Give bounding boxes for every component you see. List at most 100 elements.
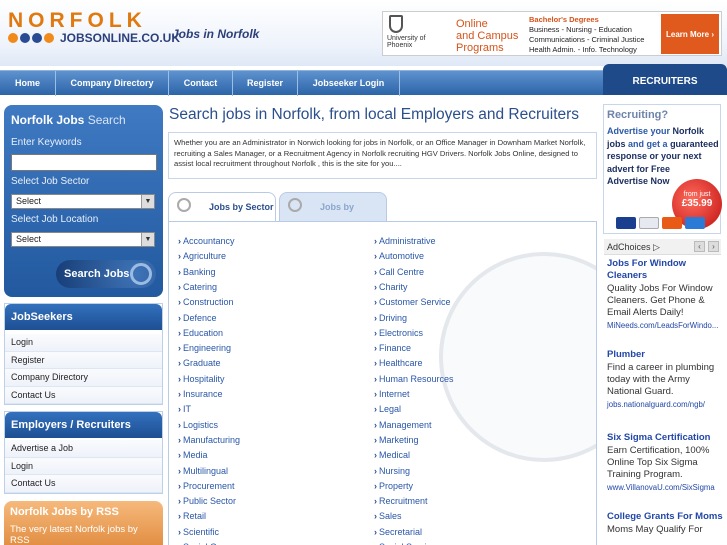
text-ad-desc: Moms May Qualify For <box>607 524 703 535</box>
ad-learn-more-button[interactable]: Learn More › <box>661 14 719 54</box>
sector-link[interactable]: › IT <box>178 404 191 414</box>
chevron-right-icon: › <box>374 450 377 461</box>
sector-link-label: Charity <box>379 281 408 292</box>
text-ad-title[interactable]: Six Sigma Certification <box>607 432 723 444</box>
jobseeker-contact-link[interactable]: Contact Us <box>5 386 162 404</box>
sector-link[interactable]: › Medical <box>374 450 410 460</box>
advertise-now-link[interactable]: Advertise Now <box>607 176 670 186</box>
text-ad-title[interactable]: Plumber <box>607 349 723 361</box>
ad-prev-icon[interactable]: ‹ <box>694 241 705 252</box>
nav-contact[interactable]: Contact <box>169 71 233 96</box>
chevron-right-icon: › <box>374 266 377 277</box>
text-ad-4[interactable]: College Grants For Moms Moms May Qualify… <box>607 511 723 536</box>
recruiters-tab[interactable]: RECRUITERS <box>603 64 727 95</box>
sector-link[interactable]: › Banking <box>178 267 216 277</box>
ad-next-icon[interactable]: › <box>708 241 719 252</box>
text-ad-title[interactable]: College Grants For Moms <box>607 511 723 523</box>
sector-link[interactable]: › Hospitality <box>178 374 225 384</box>
logo-dots <box>8 33 54 43</box>
magnifier-watermark-icon <box>439 252 596 462</box>
logo-wordmark[interactable]: NORFOLK <box>8 9 147 33</box>
sector-link[interactable]: › Logistics <box>178 420 218 430</box>
text-ad-url[interactable]: jobs.nationalguard.com/ngb/ <box>607 399 723 411</box>
adchoices-bar[interactable]: AdChoices ▷ ‹ › <box>604 239 721 255</box>
sector-link[interactable]: › Nursing <box>374 466 410 476</box>
search-jobs-button[interactable]: Search Jobs <box>56 260 156 288</box>
chevron-right-icon: › <box>178 496 181 507</box>
sector-link[interactable]: › Catering <box>178 282 217 292</box>
sector-link[interactable]: › Multilingual <box>178 466 228 476</box>
sector-link[interactable]: › Manufacturing <box>178 435 240 445</box>
sector-link[interactable]: › Marketing <box>374 435 419 445</box>
sector-link[interactable]: › Accountancy <box>178 236 235 246</box>
sector-link[interactable]: › Human Resources <box>374 374 454 384</box>
sector-link[interactable]: › Customer Service <box>374 297 451 307</box>
sector-link[interactable]: › Administrative <box>374 236 436 246</box>
text-ad-1[interactable]: Jobs For Window Cleaners Quality Jobs Fo… <box>607 258 723 332</box>
text-ad-url[interactable]: MiNeeds.com/LeadsForWindo... <box>607 320 723 332</box>
sector-link-label: Marketing <box>379 434 419 445</box>
sector-link[interactable]: › Recruitment <box>374 496 428 506</box>
employer-contact-link[interactable]: Contact Us <box>5 475 162 493</box>
text-ad-url[interactable]: www.VillanovaU.com/SixSigma <box>607 482 723 494</box>
sector-link-label: Accountancy <box>183 236 235 246</box>
sector-link[interactable]: › Engineering <box>178 343 231 353</box>
sector-link[interactable]: › Finance <box>374 343 411 353</box>
rss-title[interactable]: Norfolk Jobs by RSS <box>10 506 157 518</box>
recruiting-promo[interactable]: Recruiting? Advertise your Norfolk jobs … <box>603 104 722 234</box>
sector-link[interactable]: › Driving <box>374 313 407 323</box>
sector-link[interactable]: › Education <box>178 328 223 338</box>
tab-jobs-by-location[interactable]: Jobs by Location <box>279 192 387 240</box>
sector-link[interactable]: › Public Sector <box>178 496 236 506</box>
sector-select[interactable]: Select ▼ <box>11 194 155 209</box>
nav-register[interactable]: Register <box>233 71 298 96</box>
sector-link[interactable]: › Agriculture <box>178 251 226 261</box>
ad-university-logo: University of Phoenix <box>387 15 447 49</box>
jobseeker-register-link[interactable]: Register <box>5 351 162 369</box>
chevron-right-icon: › <box>178 373 181 384</box>
company-directory-link[interactable]: Company Directory <box>5 369 162 387</box>
sector-link[interactable]: › Automotive <box>374 251 424 261</box>
sector-link[interactable]: › Management <box>374 420 432 430</box>
nav-jobseeker-login[interactable]: Jobseeker Login <box>298 71 400 96</box>
sector-link[interactable]: › Healthcare <box>374 358 423 368</box>
text-ad-title[interactable]: Jobs For Window Cleaners <box>607 258 723 282</box>
sector-link[interactable]: › Internet <box>374 389 410 399</box>
sector-link-label: Retail <box>183 511 207 522</box>
sector-link[interactable]: › Property <box>374 481 413 491</box>
sector-link[interactable]: › Sales <box>374 511 402 521</box>
sector-link[interactable]: › Legal <box>374 404 401 414</box>
text-ad-3[interactable]: Six Sigma Certification Earn Certificati… <box>607 432 723 494</box>
sector-link-label: Defence <box>183 312 217 323</box>
sector-link[interactable]: › Media <box>178 450 208 460</box>
banner-ad[interactable]: University of Phoenix Online and Campus … <box>382 11 722 56</box>
jobseeker-login-link[interactable]: Login <box>5 334 162 352</box>
sector-link[interactable]: › Charity <box>374 282 408 292</box>
sector-link[interactable]: › Retail <box>178 511 206 521</box>
sector-link[interactable]: › Defence <box>178 313 217 323</box>
chevron-right-icon: › <box>178 434 181 445</box>
chevron-right-icon: › <box>178 526 181 537</box>
sector-link[interactable]: › Secretarial <box>374 527 422 537</box>
advertise-job-link[interactable]: Advertise a Job <box>5 440 162 458</box>
sector-link-label: Logistics <box>183 419 219 430</box>
tab-jobs-by-sector[interactable]: Jobs by Sector <box>168 192 276 222</box>
location-select[interactable]: Select ▼ <box>11 232 155 247</box>
sector-link[interactable]: › Insurance <box>178 389 223 399</box>
sector-link[interactable]: › Scientific <box>178 527 219 537</box>
location-label: Select Job Location <box>11 214 99 225</box>
sector-link-label: Education <box>183 327 224 338</box>
sector-link[interactable]: › Graduate <box>178 358 221 368</box>
ad-brand: University of Phoenix <box>387 35 426 49</box>
sector-link-label: Management <box>379 419 432 430</box>
nav-company-directory[interactable]: Company Directory <box>56 71 169 96</box>
text-ad-2[interactable]: Plumber Find a career in plumbing today … <box>607 349 723 411</box>
sector-link-label: Nursing <box>379 465 411 476</box>
sector-link[interactable]: › Electronics <box>374 328 423 338</box>
sector-link[interactable]: › Procurement <box>178 481 235 491</box>
sector-link[interactable]: › Call Centre <box>374 267 424 277</box>
sector-link[interactable]: › Construction <box>178 297 234 307</box>
employer-login-link[interactable]: Login <box>5 457 162 475</box>
keywords-input[interactable] <box>11 154 157 171</box>
nav-home[interactable]: Home <box>0 71 56 96</box>
